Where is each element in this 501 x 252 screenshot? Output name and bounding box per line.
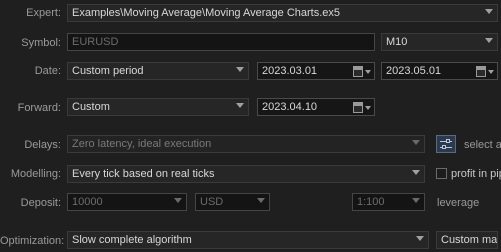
symbol-value: EURUSD [72, 36, 119, 48]
optimization-value: Slow complete algorithm [72, 234, 192, 246]
modelling-select[interactable]: Every tick based on real ticks [67, 165, 425, 183]
date-mode-select[interactable]: Custom period [67, 62, 249, 80]
delays-settings-button[interactable] [436, 135, 456, 153]
modelling-label: Modelling: [10, 168, 61, 180]
forward-mode-value: Custom [72, 101, 110, 113]
chevron-down-icon [412, 140, 420, 145]
date-to-value: 2023.05.01 [386, 65, 442, 77]
date-label: Date: [34, 65, 61, 77]
leverage-value: 1:100 [357, 196, 385, 208]
slider-knob-icon [446, 139, 450, 143]
deposit-amount-value: 10000 [72, 196, 103, 208]
profit-in-pips-checkbox[interactable] [436, 168, 447, 179]
optimization-criterion-select[interactable]: Custom max [436, 231, 498, 249]
forward-label: Forward: [17, 102, 61, 114]
date-to-field[interactable]: 2023.05.01 [381, 62, 498, 80]
deposit-currency-field[interactable]: USD [195, 193, 270, 211]
forward-mode-select[interactable]: Custom [67, 98, 249, 116]
calendar-icon[interactable] [353, 65, 371, 79]
expert-value: Examples\Moving Average\Moving Average C… [72, 7, 341, 19]
deposit-label: Deposit: [20, 197, 61, 209]
chevron-down-icon [236, 103, 244, 108]
date-from-field[interactable]: 2023.03.01 [257, 62, 375, 80]
slider-knob-icon [442, 145, 446, 149]
delays-label: Delays: [24, 139, 61, 151]
chevron-down-icon [236, 67, 244, 72]
chevron-down-icon [485, 38, 493, 43]
symbol-label: Symbol: [21, 37, 61, 49]
expert-select[interactable]: Examples\Moving Average\Moving Average C… [67, 4, 498, 22]
timeframe-value: M10 [386, 36, 408, 48]
delays-value: Zero latency, ideal execution [72, 138, 212, 150]
optimization-select[interactable]: Slow complete algorithm [67, 231, 429, 249]
expert-label: Expert: [26, 7, 61, 19]
delays-select[interactable]: Zero latency, ideal execution [67, 135, 425, 153]
chevron-down-icon [412, 198, 420, 203]
chevron-down-icon [416, 236, 424, 241]
profit-in-pips-label: profit in pip [451, 168, 501, 180]
deposit-amount-field[interactable]: 10000 [67, 193, 187, 211]
forward-date-value: 2023.04.10 [262, 101, 318, 113]
calendar-icon[interactable] [353, 101, 371, 115]
delays-side-text: select a [464, 139, 501, 151]
leverage-field[interactable]: 1:100 [352, 193, 425, 211]
chevron-down-icon [257, 198, 265, 203]
chevron-down-icon [174, 198, 182, 203]
deposit-currency-value: USD [200, 196, 224, 208]
symbol-field[interactable]: EURUSD [67, 33, 375, 51]
date-from-value: 2023.03.01 [262, 65, 318, 77]
chevron-down-icon [485, 9, 493, 14]
modelling-value: Every tick based on real ticks [72, 168, 215, 180]
calendar-icon[interactable] [476, 65, 494, 79]
date-mode-value: Custom period [72, 65, 144, 77]
leverage-label: leverage [437, 197, 480, 209]
forward-date-field[interactable]: 2023.04.10 [257, 98, 375, 116]
timeframe-select[interactable]: M10 [381, 33, 498, 51]
optimization-criterion-value: Custom max [441, 234, 498, 246]
optimization-label: Optimization: [0, 235, 65, 247]
chevron-down-icon [412, 170, 420, 175]
